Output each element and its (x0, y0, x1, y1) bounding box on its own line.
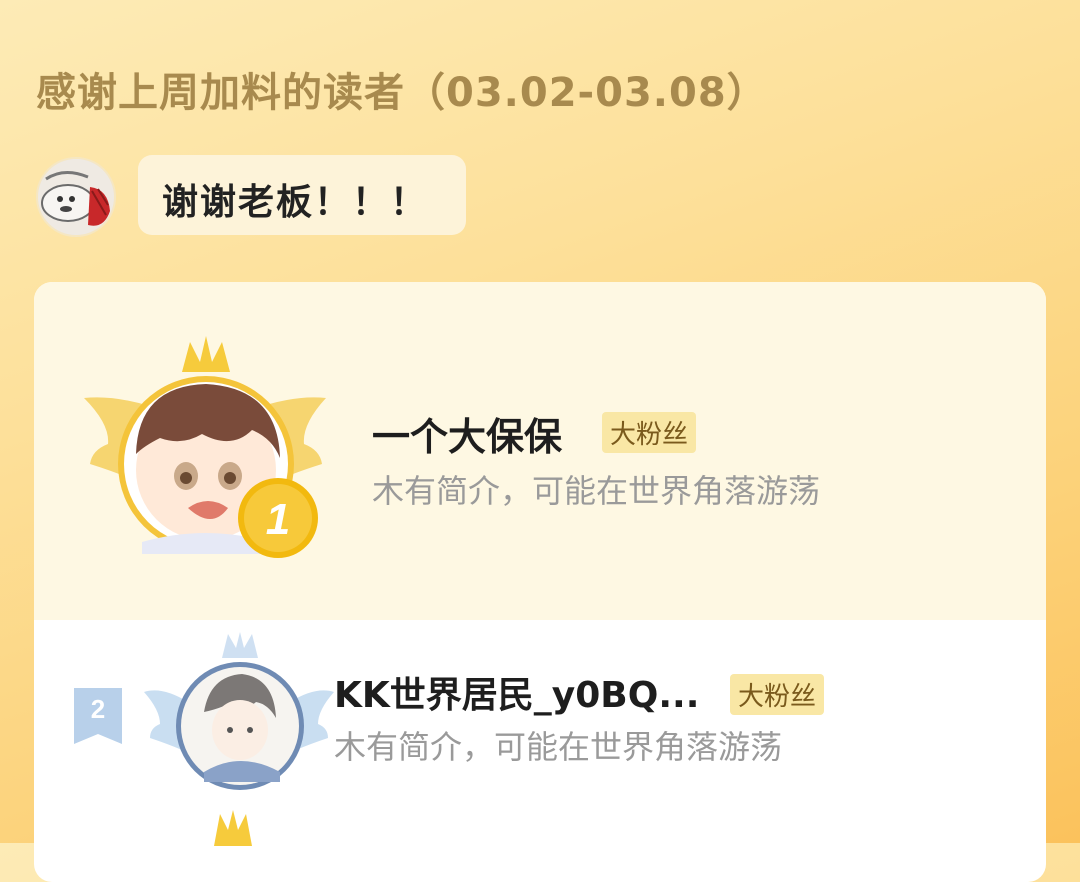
page-title: 感谢上周加料的读者（03.02-03.08） (36, 70, 768, 116)
thanks-message: 谢谢老板！！！ (162, 182, 429, 223)
author-avatar-image (38, 159, 114, 235)
svg-text:2: 2 (91, 694, 105, 724)
supporter-bio: 木有简介，可能在世界角落游荡 (334, 728, 783, 766)
crown-icon (182, 336, 230, 372)
rank2-avatar[interactable] (144, 632, 334, 802)
thanks-bubble: 谢谢老板！！！ (138, 155, 466, 235)
fan-level-badge: 大粉丝 (730, 674, 825, 715)
rank1-avatar[interactable]: 1 (82, 334, 332, 574)
rank-number-1: 1 (266, 495, 290, 544)
supporter-name: 一个大保保 (372, 415, 563, 459)
rank1-avatar-frame: 1 (82, 334, 332, 574)
crown-icon (222, 632, 258, 658)
supporter-name: KK世界居民_y0BQ... (334, 675, 700, 716)
crown-icon (210, 808, 256, 848)
author-avatar[interactable] (36, 157, 116, 237)
ranking-item-1[interactable]: 1 一个大保保 大粉丝 木有简介，可能在世界角落游荡 (34, 282, 1046, 620)
supporter-ranking-card: 1 一个大保保 大粉丝 木有简介，可能在世界角落游荡 2 KK世界居民_y0BQ… (34, 282, 1046, 882)
rank2-avatar-frame (144, 632, 334, 802)
fan-level-badge: 大粉丝 (602, 412, 697, 453)
rank-2-icon: 2 (72, 686, 124, 746)
supporter-bio: 木有简介，可能在世界角落游荡 (372, 472, 821, 510)
